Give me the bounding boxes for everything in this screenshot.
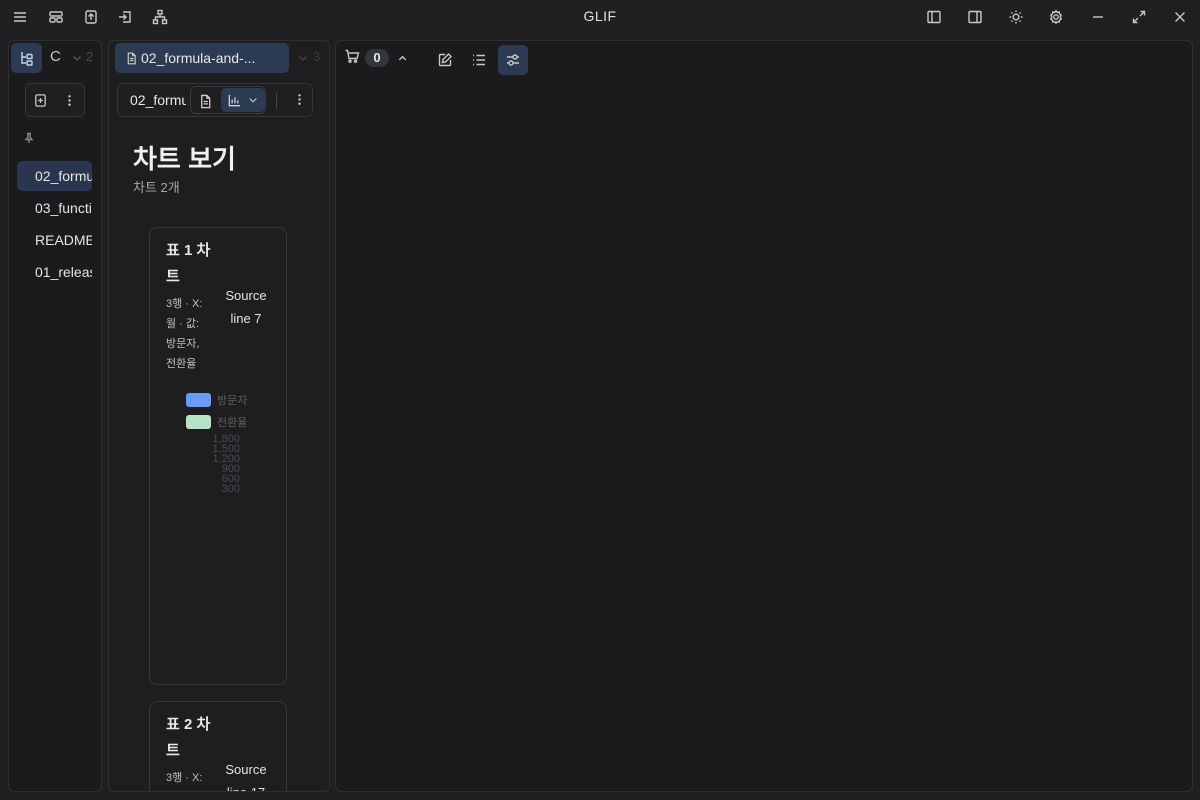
cart-count-badge: 0 [365, 49, 389, 67]
import-icon[interactable] [113, 6, 137, 28]
close-icon[interactable] [1168, 6, 1192, 28]
file-item[interactable]: 01_release [17, 257, 92, 287]
chart-card[interactable]: 표 1 차트 3행 · X: 월 · 값: 방문자, 전환율 Source li… [149, 227, 287, 685]
view-document-button[interactable] [195, 91, 215, 111]
sitemap-icon[interactable] [148, 6, 172, 28]
explorer-tab-count: 2 [86, 49, 94, 64]
toggle-left-sidebar-icon[interactable] [922, 6, 946, 28]
tab-file-tree[interactable] [11, 43, 42, 73]
legend-swatch [186, 415, 211, 429]
minimize-icon[interactable] [1086, 6, 1110, 28]
view-mode-switcher [190, 86, 266, 114]
list-icon [473, 54, 485, 66]
new-file-button[interactable] [30, 89, 52, 111]
page-title: 차트 보기 [133, 144, 236, 174]
main-toolbar: 0 [340, 43, 740, 75]
bar-chart-icon [228, 94, 240, 106]
new-file-icon [35, 93, 46, 107]
settings-gear-icon[interactable] [1044, 6, 1068, 28]
cart-icon [345, 49, 360, 63]
chevron-up-icon[interactable] [397, 51, 408, 69]
pin-icon[interactable] [23, 131, 37, 145]
document-tab-active[interactable]: 02_formula-and-... [115, 43, 289, 73]
chart-card-title: 표 2 차트 [166, 716, 211, 759]
document-icon [200, 94, 210, 108]
document-tab-count: 3 [313, 49, 321, 64]
sliders-icon [507, 54, 519, 66]
legend-item: 전환율 [186, 414, 247, 430]
toggle-right-sidebar-icon[interactable] [963, 6, 987, 28]
more-vertical-icon [298, 94, 301, 105]
document-more-button[interactable] [292, 92, 308, 108]
edit-pencil-icon [438, 53, 452, 67]
file-tree-icon [20, 52, 33, 66]
legend-label: 방문자 [217, 395, 248, 407]
theme-sun-icon[interactable] [1004, 6, 1028, 28]
chart-card[interactable]: 표 2 차트 3행 · X: Source line 17 [149, 701, 287, 791]
more-vertical-icon [68, 94, 71, 106]
menu-icon[interactable] [8, 6, 32, 28]
filter-settings-button[interactable] [498, 45, 528, 75]
chart-count: 차트 2개 [133, 180, 180, 195]
cart-button[interactable] [344, 48, 364, 68]
chevron-down-icon [249, 98, 257, 103]
file-explorer-panel: C 2 02_formula-and-functions 03_function… [8, 40, 102, 792]
list-view-button[interactable] [464, 45, 494, 75]
file-item[interactable]: 02_formula-and-functions [17, 161, 92, 191]
main-editor-panel: 0 [335, 40, 1193, 792]
legend-swatch [186, 393, 211, 407]
chart-view-panel: 02_formula-and-... 3 02_formula 차트 보기 [108, 40, 330, 792]
chart-source-link[interactable]: Source line 17 [220, 758, 272, 791]
edit-button[interactable] [430, 45, 460, 75]
divider [276, 93, 277, 109]
document-header: 02_formula [117, 83, 313, 117]
file-item[interactable]: 03_functions [17, 193, 92, 223]
explorer-tab-label[interactable]: C [50, 48, 61, 65]
y-tick-label: 300 [222, 483, 240, 495]
explorer-tab-bar: C 2 [9, 41, 101, 75]
chevron-down-icon[interactable] [297, 51, 309, 69]
document-tab-label: 02_formula-and-... [141, 50, 256, 66]
legend-item: 방문자 [186, 392, 247, 408]
explorer-more-button[interactable] [59, 89, 81, 111]
document-name: 02_formula [130, 92, 186, 108]
explorer-toolbar [25, 83, 85, 117]
export-file-icon[interactable] [79, 6, 103, 28]
legend-label: 전환율 [217, 417, 248, 429]
title-bar: GLIF [0, 0, 1200, 34]
layout-icon[interactable] [44, 6, 68, 28]
view-chart-button[interactable] [221, 88, 265, 112]
chart-card-title: 표 1 차트 [166, 242, 211, 285]
chart-card-meta: 3행 · X: 월 · 값: 방문자, 전환율 [166, 298, 203, 370]
chart-source-link[interactable]: Source line 7 [220, 284, 272, 330]
app-window: GLIF C 2 02_form 03_functi README 01_rel… [0, 0, 1200, 800]
chart-card-meta: 3행 · X: [166, 772, 203, 784]
file-item[interactable]: README [17, 225, 92, 255]
y-axis-ticks: 1,800 1,500 1,200 900 600 300 [212, 433, 240, 495]
chevron-down-icon[interactable] [71, 51, 83, 63]
document-icon [127, 52, 136, 64]
maximize-icon[interactable] [1127, 6, 1151, 28]
